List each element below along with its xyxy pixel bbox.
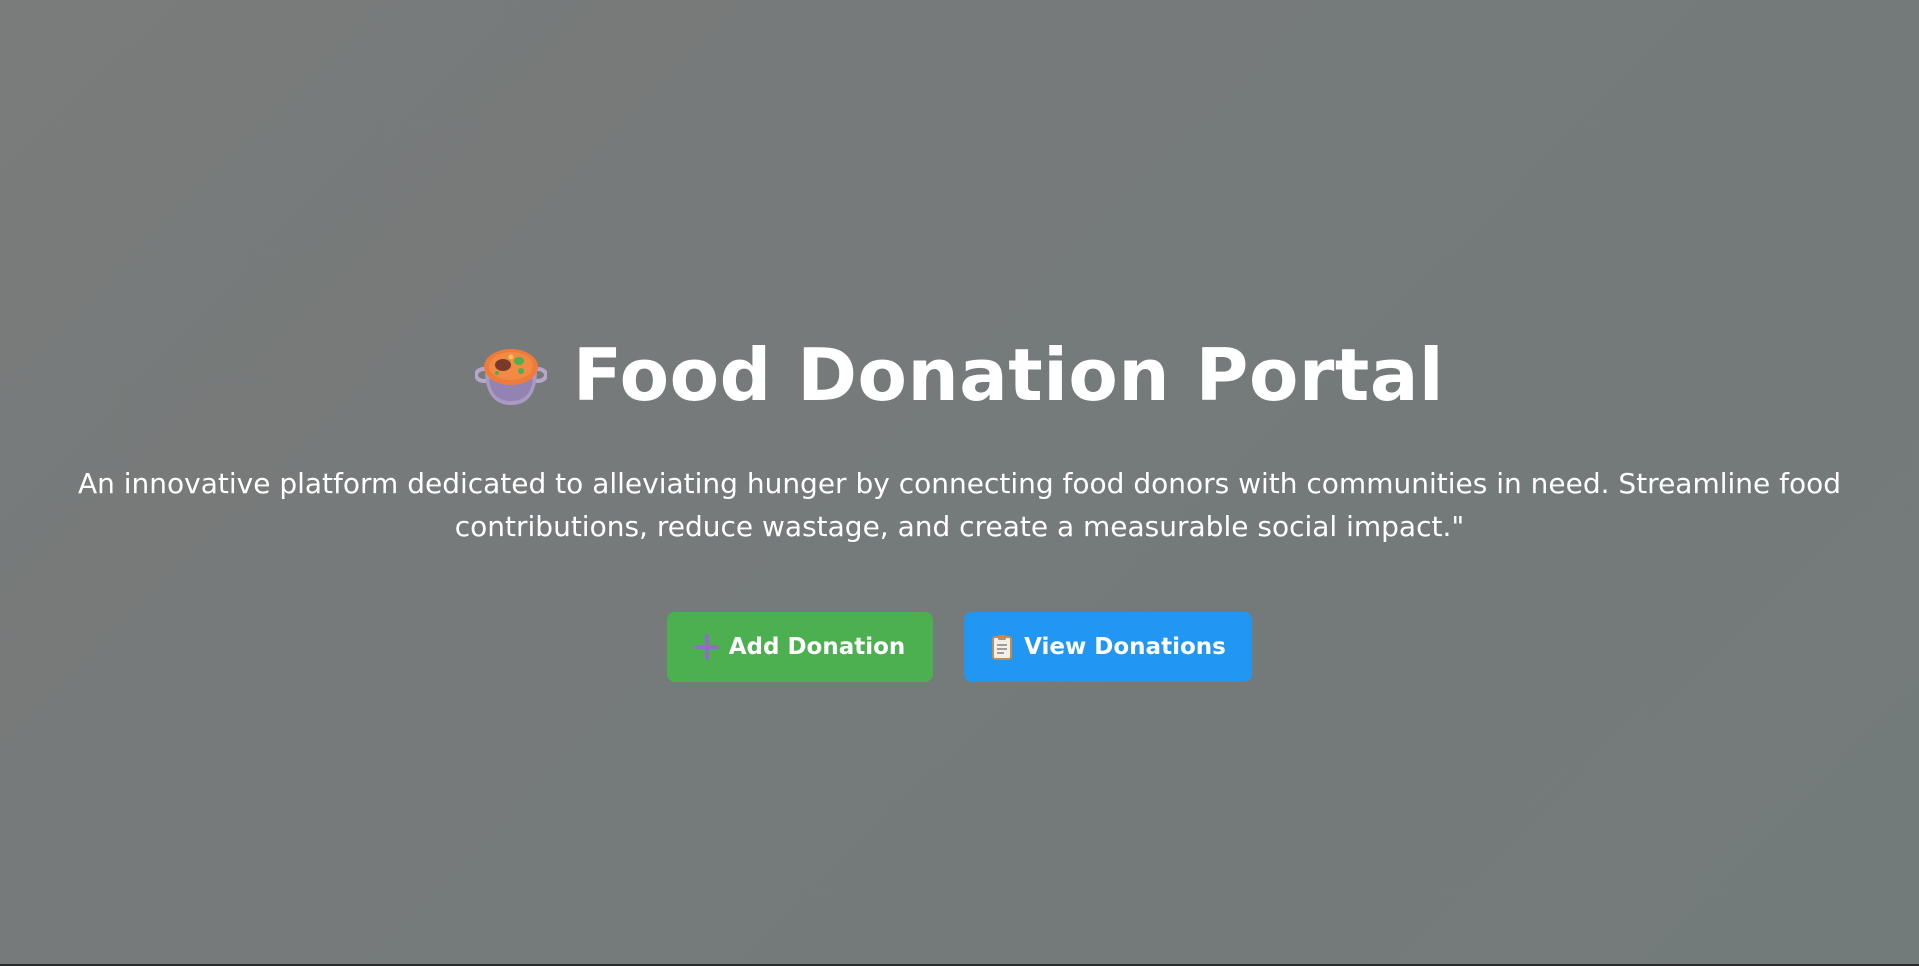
title-row: Food Donation Portal	[0, 330, 1919, 420]
page-description: An innovative platform dedicated to alle…	[77, 467, 1842, 543]
stew-pot-icon	[473, 339, 548, 411]
plus-icon	[694, 634, 719, 660]
add-donation-label: Add Donation	[728, 634, 906, 660]
add-donation-button[interactable]: Add Donation	[667, 612, 933, 682]
view-donations-button[interactable]: View Donations	[964, 612, 1252, 682]
view-donations-label: View Donations	[1024, 634, 1226, 660]
action-buttons: Add Donation View Donations	[0, 612, 1919, 682]
page-title: Food Donation Portal	[572, 333, 1445, 417]
hero-section: Food Donation Portal An innovative platf…	[0, 330, 1919, 682]
clipboard-icon	[990, 634, 1014, 660]
